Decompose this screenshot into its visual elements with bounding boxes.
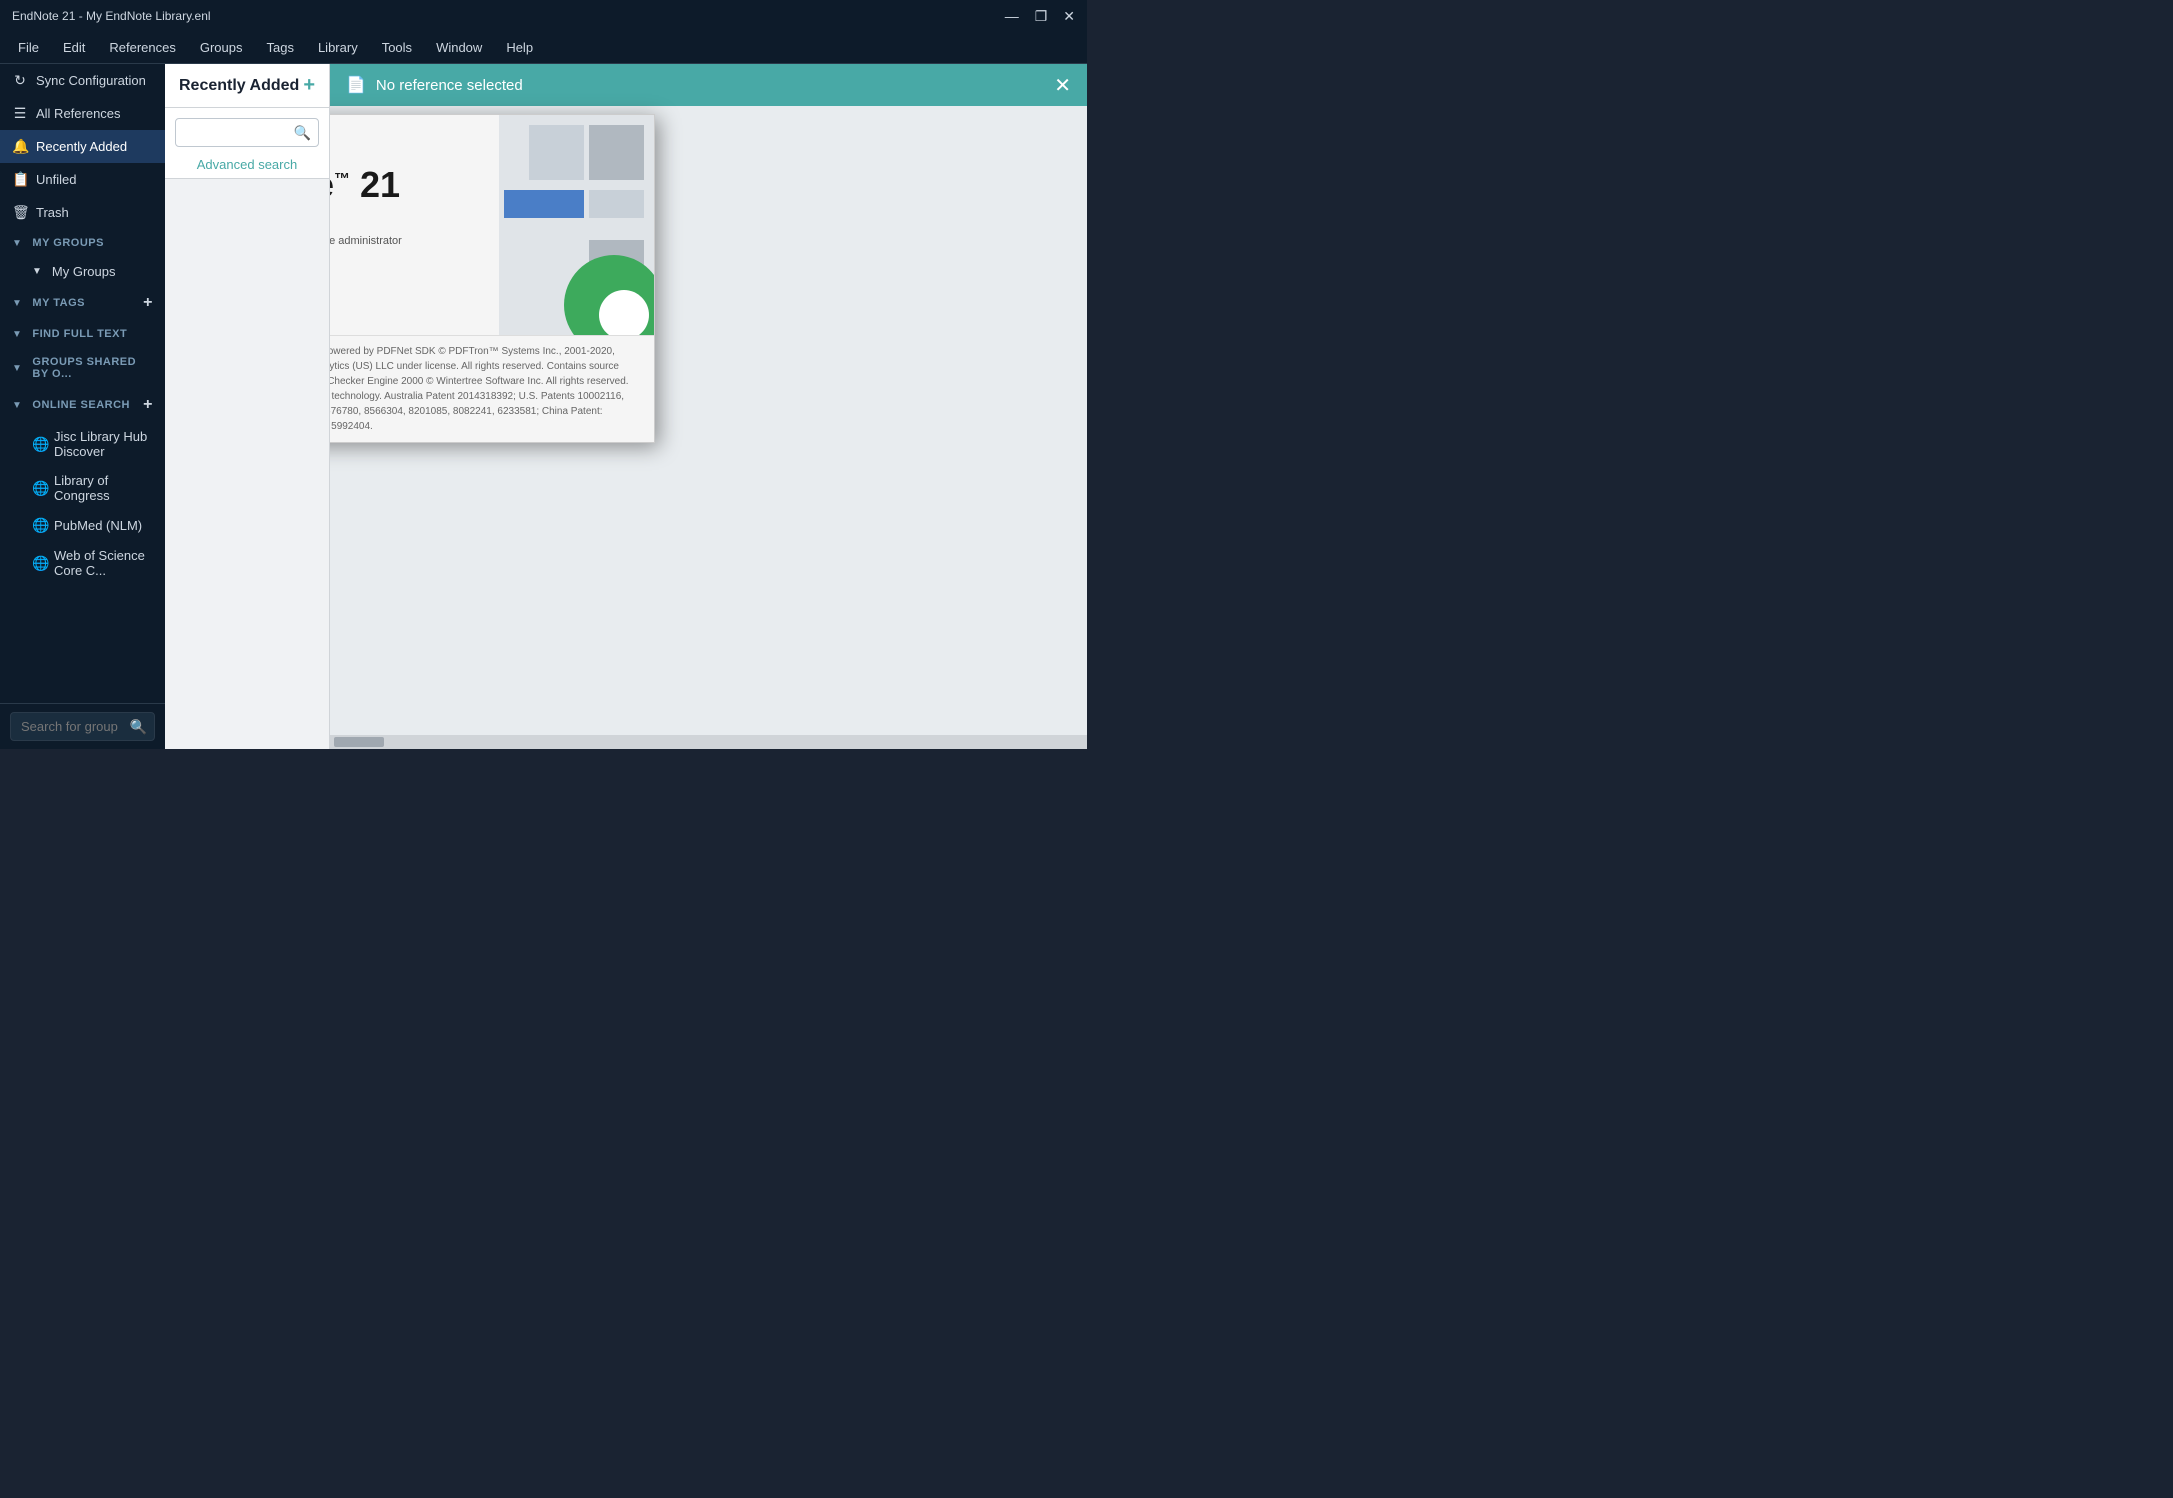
sidebar-pubmed-label: PubMed (NLM)	[54, 518, 142, 533]
sidebar-item-unfiled[interactable]: 📋 Unfiled	[0, 163, 165, 196]
sidebar-my-tags-label: MY TAGS	[32, 297, 85, 309]
deco-white-circle	[599, 290, 649, 335]
menu-bar: File Edit References Groups Tags Library…	[0, 32, 1087, 64]
globe-jisc-icon: 🌐	[32, 436, 48, 453]
sidebar-my-groups-label: MY GROUPS	[32, 237, 104, 249]
trademark-sup: ™	[334, 171, 350, 188]
build-info: EndNote 21 (Bld 17096)	[330, 215, 479, 230]
maximize-button[interactable]: ❐	[1035, 8, 1048, 25]
sidebar-find-full-text-label: FIND FULL TEXT	[32, 328, 127, 340]
right-panel: 📄 No reference selected ✕ Clarivate EndN…	[330, 64, 1087, 749]
scroll-thumb[interactable]	[334, 737, 384, 747]
chevron-online-icon: ▼	[12, 400, 22, 411]
chevron-icon: ▼	[12, 238, 22, 249]
app-title: EndNote 21 - My EndNote Library.enl	[12, 9, 211, 23]
title-bar: EndNote 21 - My EndNote Library.enl — ❐ …	[0, 0, 1087, 32]
sidebar-search-area: 🔍	[0, 703, 165, 749]
advanced-search-link[interactable]: Advanced search	[165, 151, 329, 179]
minimize-button[interactable]: —	[1005, 8, 1019, 25]
sidebar-item-recently-added[interactable]: 🔔 Recently Added	[0, 130, 165, 163]
menu-edit[interactable]: Edit	[53, 36, 95, 59]
deco-gray-box-3	[589, 190, 644, 218]
sidebar-trash-label: Trash	[36, 205, 69, 220]
center-search-area: 🔍	[165, 108, 329, 151]
unfiled-icon: 📋	[12, 171, 28, 188]
menu-references[interactable]: References	[99, 36, 185, 59]
chevron-fft-icon: ▼	[12, 329, 22, 340]
globe-loc-icon: 🌐	[32, 480, 48, 497]
sidebar-my-groups-header[interactable]: ▼ MY GROUPS	[0, 229, 165, 257]
about-left: Clarivate EndNote™ 21 EndNote 21 (Bld 17…	[330, 115, 499, 335]
menu-window[interactable]: Window	[426, 36, 492, 59]
close-window-button[interactable]: ✕	[1063, 8, 1075, 25]
sidebar-item-library-of-congress[interactable]: 🌐 Library of Congress	[0, 466, 165, 510]
group-search-icon: 🔍	[130, 718, 147, 735]
footer-text: PDF technology in EndNote is powered by …	[330, 346, 629, 432]
sidebar-jisc-label: Jisc Library Hub Discover	[54, 429, 153, 459]
menu-help[interactable]: Help	[496, 36, 543, 59]
menu-tags[interactable]: Tags	[256, 36, 303, 59]
sidebar-my-groups-sub-label: My Groups	[52, 264, 116, 279]
license-text: Contact your EndNote License administrat…	[330, 234, 479, 265]
add-reference-button[interactable]: +	[303, 74, 315, 97]
about-content: Clarivate EndNote™ 21 EndNote 21 (Bld 17…	[330, 115, 654, 335]
deco-blue-bar	[504, 190, 584, 218]
center-search-icon: 🔍	[294, 124, 311, 141]
reference-header: 📄 No reference selected ✕	[330, 64, 1087, 106]
about-info-inline: EndNote 21 (Bld 17096) Contact your EndN…	[330, 215, 479, 265]
center-panel-header: Recently Added +	[165, 64, 329, 108]
sidebar-sync-label: Sync Configuration	[36, 73, 146, 88]
add-tag-button[interactable]: +	[143, 294, 153, 312]
sidebar-find-full-text-header[interactable]: ▼ FIND FULL TEXT	[0, 320, 165, 348]
sidebar-library-of-congress-label: Library of Congress	[54, 473, 153, 503]
sidebar-recently-added-label: Recently Added	[36, 139, 127, 154]
about-dialog: Clarivate EndNote™ 21 EndNote 21 (Bld 17…	[330, 114, 655, 443]
chevron-tags-icon: ▼	[12, 298, 22, 309]
sidebar-groups-shared-label: GROUPS SHARED BY O...	[32, 356, 153, 380]
center-panel: Recently Added + 🔍 Advanced search	[165, 64, 330, 749]
menu-groups[interactable]: Groups	[190, 36, 253, 59]
chevron-shared-icon: ▼	[12, 363, 22, 374]
sidebar-groups-shared-header[interactable]: ▼ GROUPS SHARED BY O...	[0, 348, 165, 388]
menu-file[interactable]: File	[8, 36, 49, 59]
close-reference-button[interactable]: ✕	[1054, 73, 1071, 98]
chevron-sub-icon: ▼	[32, 266, 42, 277]
list-icon: ☰	[12, 105, 28, 122]
globe-pubmed-icon: 🌐	[32, 517, 48, 534]
bell-icon: 🔔	[12, 138, 28, 155]
window-controls: — ❐ ✕	[1005, 8, 1075, 25]
main-layout: ↻ Sync Configuration ☰ All References 🔔 …	[0, 64, 1087, 749]
reference-icon: 📄	[346, 75, 366, 95]
trash-icon: 🗑	[12, 204, 28, 221]
sidebar-item-my-groups[interactable]: ▼ My Groups	[0, 257, 165, 286]
deco-gray-box-2	[529, 125, 584, 180]
sidebar-item-sync[interactable]: ↻ Sync Configuration	[0, 64, 165, 97]
sidebar-item-all-references[interactable]: ☰ All References	[0, 97, 165, 130]
about-right-decoration	[499, 115, 654, 335]
sidebar-item-trash[interactable]: 🗑 Trash	[0, 196, 165, 229]
sync-icon: ↻	[12, 72, 28, 89]
sidebar-item-jisc[interactable]: 🌐 Jisc Library Hub Discover	[0, 422, 165, 466]
sidebar-online-search-header[interactable]: ▼ ONLINE SEARCH +	[0, 388, 165, 422]
endnote-title: EndNote™ 21	[330, 167, 479, 203]
endnote-version-number: 21	[360, 164, 400, 205]
clarivate-logo: Clarivate	[330, 135, 479, 155]
deco-gray-box-1	[589, 125, 644, 180]
menu-library[interactable]: Library	[308, 36, 368, 59]
add-online-search-button[interactable]: +	[143, 396, 153, 414]
sidebar: ↻ Sync Configuration ☰ All References 🔔 …	[0, 64, 165, 749]
scroll-bar[interactable]	[330, 735, 1087, 749]
globe-wos-icon: 🌐	[32, 555, 48, 572]
no-reference-text: No reference selected	[376, 77, 523, 94]
sidebar-item-pubmed[interactable]: 🌐 PubMed (NLM)	[0, 510, 165, 541]
center-panel-title: Recently Added	[179, 77, 299, 95]
sidebar-online-search-label: ONLINE SEARCH	[32, 399, 130, 411]
menu-tools[interactable]: Tools	[372, 36, 422, 59]
sidebar-all-references-label: All References	[36, 106, 121, 121]
sidebar-unfiled-label: Unfiled	[36, 172, 76, 187]
sidebar-web-of-science-label: Web of Science Core C...	[54, 548, 153, 578]
about-footer: PDF technology in EndNote is powered by …	[330, 335, 654, 442]
sidebar-my-tags-header[interactable]: ▼ MY TAGS +	[0, 286, 165, 320]
sidebar-item-web-of-science[interactable]: 🌐 Web of Science Core C...	[0, 541, 165, 585]
